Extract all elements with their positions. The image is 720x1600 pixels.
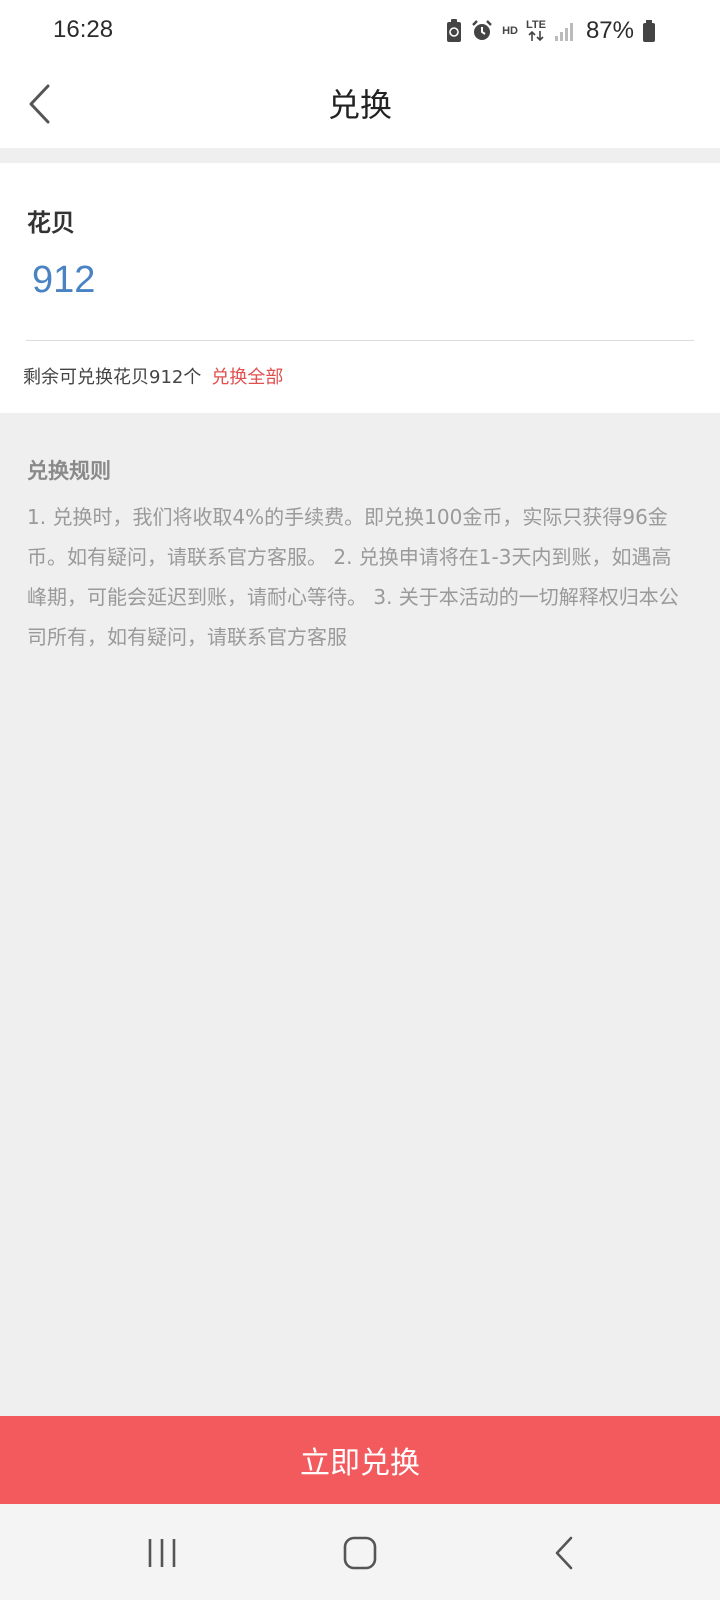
rules-section: 兑换规则 1. 兑换时，我们将收取4%的手续费。即兑换100金币，实际只获得96… xyxy=(27,455,687,657)
amount-input[interactable]: 912 xyxy=(32,259,95,302)
recent-apps-icon xyxy=(148,1539,176,1567)
back-icon xyxy=(555,1536,573,1570)
lte-label: LTE xyxy=(525,19,546,31)
divider xyxy=(26,340,694,341)
remaining-row: 剩余可兑换花贝912个 兑换全部 xyxy=(23,363,283,389)
rules-title: 兑换规则 xyxy=(27,459,111,483)
home-button[interactable] xyxy=(330,1528,390,1578)
battery-icon xyxy=(642,19,656,43)
exchange-now-button[interactable]: 立即兑换 xyxy=(0,1416,720,1504)
system-nav-bar xyxy=(0,1504,720,1600)
rules-text: 1. 兑换时，我们将收取4%的手续费。即兑换100金币，实际只获得96金币。如有… xyxy=(27,505,679,649)
home-icon xyxy=(343,1536,377,1570)
remaining-text: 剩余可兑换花贝912个 xyxy=(23,367,202,388)
status-bar: 16:28 HD LTE 87% xyxy=(0,0,720,62)
page-title: 兑换 xyxy=(327,86,392,124)
nav-bar: 兑换 xyxy=(0,62,720,148)
field-label: 花贝 xyxy=(27,209,75,237)
hd-icon: HD xyxy=(502,25,518,37)
battery-saver-icon xyxy=(446,19,462,43)
signal-icon xyxy=(554,20,576,42)
alarm-icon xyxy=(470,19,494,43)
status-time: 16:28 xyxy=(53,16,114,43)
exchange-all-link[interactable]: 兑换全部 xyxy=(211,367,283,388)
exchange-card: 花贝 912 剩余可兑换花贝912个 兑换全部 xyxy=(0,163,720,413)
battery-percent: 87% xyxy=(585,17,634,44)
system-back-button[interactable] xyxy=(534,1528,594,1578)
status-icons: HD LTE 87% xyxy=(446,14,656,48)
recent-apps-button[interactable] xyxy=(132,1528,192,1578)
lte-icon: LTE xyxy=(526,20,546,42)
